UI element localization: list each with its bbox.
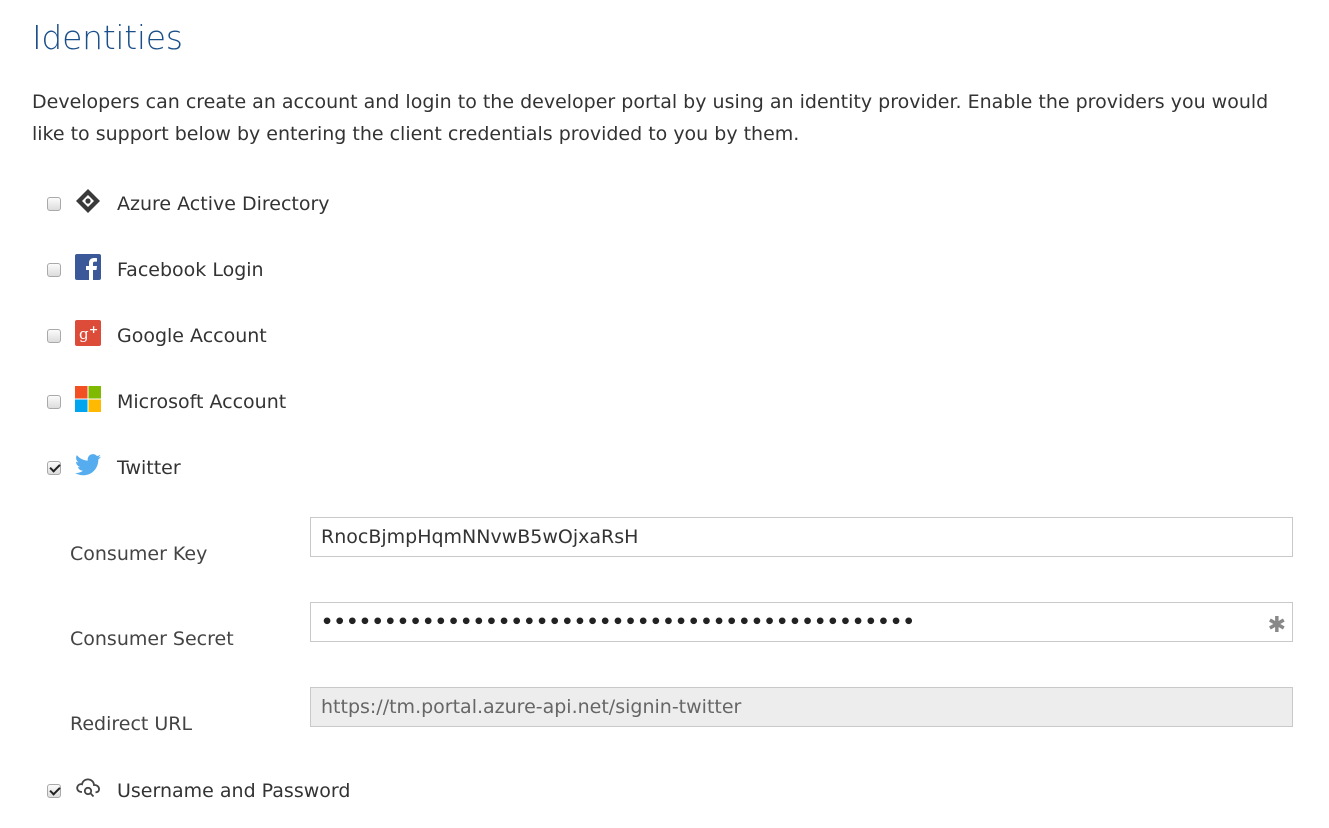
- facebook-checkbox[interactable]: [47, 263, 61, 277]
- redirect-url-label: Redirect URL: [70, 713, 193, 735]
- consumer-secret-input[interactable]: ••••••••••••••••••••••••••••••••••••••••…: [310, 602, 1293, 642]
- redirect-url-input[interactable]: https://tm.portal.azure-api.net/signin-t…: [310, 687, 1293, 727]
- azure-ad-checkbox[interactable]: [47, 197, 61, 211]
- provider-twitter: Twitter: [47, 451, 181, 485]
- provider-label: Username and Password: [117, 780, 351, 802]
- google-checkbox[interactable]: [47, 329, 61, 343]
- microsoft-icon: [75, 386, 101, 412]
- provider-label: Azure Active Directory: [117, 193, 330, 215]
- svg-text:+: +: [89, 323, 98, 336]
- provider-label: Google Account: [117, 325, 267, 347]
- azure-ad-icon: [75, 188, 101, 214]
- twitter-checkbox[interactable]: [47, 461, 61, 475]
- microsoft-checkbox[interactable]: [47, 395, 61, 409]
- consumer-secret-value: ••••••••••••••••••••••••••••••••••••••••…: [321, 611, 916, 633]
- username-password-checkbox[interactable]: [47, 784, 61, 798]
- provider-label: Microsoft Account: [117, 391, 287, 413]
- provider-microsoft: Microsoft Account: [47, 385, 286, 419]
- provider-label: Twitter: [117, 457, 181, 479]
- asterisk-icon[interactable]: ✱: [1268, 607, 1286, 645]
- provider-username-password: Username and Password: [47, 774, 350, 808]
- username-password-icon: [75, 775, 101, 801]
- consumer-key-input[interactable]: RnocBjmpHqmNNvwB5wOjxaRsH: [310, 517, 1293, 557]
- provider-facebook: Facebook Login: [47, 253, 264, 287]
- page-title: Identities: [32, 18, 183, 57]
- svg-text:g: g: [79, 325, 89, 343]
- provider-azure-ad: Azure Active Directory: [47, 187, 330, 221]
- consumer-secret-label: Consumer Secret: [70, 628, 234, 650]
- page-description: Developers can create an account and log…: [32, 91, 1269, 145]
- provider-google: g + Google Account: [47, 319, 267, 353]
- twitter-icon: [75, 452, 101, 478]
- consumer-key-label: Consumer Key: [70, 543, 208, 565]
- provider-label: Facebook Login: [117, 259, 264, 281]
- google-plus-icon: g +: [75, 320, 101, 346]
- facebook-icon: [75, 254, 101, 280]
